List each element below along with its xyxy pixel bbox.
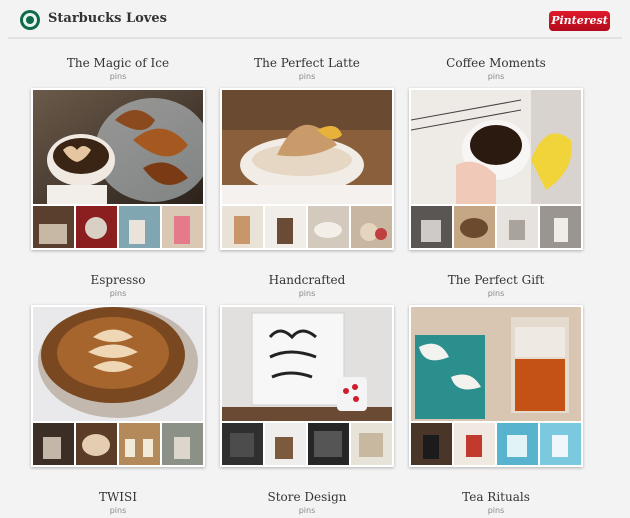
thumbnail-image[interactable] xyxy=(265,206,306,248)
thumbnail-image[interactable] xyxy=(162,423,203,465)
thumbnail-image[interactable] xyxy=(497,206,538,248)
board-title[interactable]: Store Design xyxy=(220,490,394,504)
thumbnail-image[interactable] xyxy=(540,206,581,248)
board-card[interactable] xyxy=(220,88,394,250)
thumbnail-image[interactable] xyxy=(411,423,452,465)
board-thumbnails xyxy=(33,423,203,465)
header-divider xyxy=(8,37,622,39)
board-cover-image[interactable] xyxy=(33,307,203,421)
board-pins-label: pins xyxy=(109,289,127,298)
board-thumbnails xyxy=(222,423,392,465)
board-cover-image[interactable] xyxy=(222,307,392,421)
thumbnail-image[interactable] xyxy=(497,423,538,465)
board-thumbnails xyxy=(222,206,392,248)
board-card[interactable] xyxy=(409,305,583,467)
board-title[interactable]: The Magic of Ice xyxy=(31,56,205,70)
board-pins-label: pins xyxy=(298,289,316,298)
board-thumbnails xyxy=(33,206,203,248)
thumbnail-image[interactable] xyxy=(351,423,392,465)
board-pins-label: pins xyxy=(298,506,316,515)
thumbnail-image[interactable] xyxy=(308,206,349,248)
board-pins-label: pins xyxy=(109,72,127,81)
thumbnail-image[interactable] xyxy=(222,206,263,248)
starbucks-logo-icon[interactable] xyxy=(20,10,40,30)
brand-title[interactable]: Starbucks Loves xyxy=(48,11,167,26)
thumbnail-image[interactable] xyxy=(76,423,117,465)
thumbnail-image[interactable] xyxy=(308,423,349,465)
board-card[interactable] xyxy=(31,305,205,467)
thumbnail-image[interactable] xyxy=(411,206,452,248)
board-thumbnails xyxy=(411,423,581,465)
thumbnail-image[interactable] xyxy=(76,206,117,248)
thumbnail-image[interactable] xyxy=(222,423,263,465)
thumbnail-image[interactable] xyxy=(119,206,160,248)
thumbnail-image[interactable] xyxy=(540,423,581,465)
thumbnail-image[interactable] xyxy=(119,423,160,465)
board-cover-image[interactable] xyxy=(411,90,581,204)
board-pins-label: pins xyxy=(487,72,505,81)
board-title[interactable]: The Perfect Latte xyxy=(220,56,394,70)
board-title[interactable]: The Perfect Gift xyxy=(409,273,583,287)
thumbnail-image[interactable] xyxy=(454,206,495,248)
board-title[interactable]: Handcrafted xyxy=(220,273,394,287)
thumbnail-image[interactable] xyxy=(265,423,306,465)
thumbnail-image[interactable] xyxy=(162,206,203,248)
thumbnail-image[interactable] xyxy=(454,423,495,465)
board-title[interactable]: TWISI xyxy=(31,490,205,504)
board-title[interactable]: Espresso xyxy=(31,273,205,287)
board-card[interactable] xyxy=(31,88,205,250)
board-thumbnails xyxy=(411,206,581,248)
board-card[interactable] xyxy=(409,88,583,250)
thumbnail-image[interactable] xyxy=(351,206,392,248)
board-pins-label: pins xyxy=(109,506,127,515)
thumbnail-image[interactable] xyxy=(33,423,74,465)
board-card[interactable] xyxy=(220,305,394,467)
board-title[interactable]: Coffee Moments xyxy=(409,56,583,70)
pinterest-button[interactable]: Pinterest xyxy=(549,11,610,31)
board-pins-label: pins xyxy=(487,289,505,298)
board-title[interactable]: Tea Rituals xyxy=(409,490,583,504)
thumbnail-image[interactable] xyxy=(33,206,74,248)
board-cover-image[interactable] xyxy=(33,90,203,204)
board-pins-label: pins xyxy=(487,506,505,515)
header-bar: Starbucks Loves Pinterest xyxy=(0,0,630,38)
board-cover-image[interactable] xyxy=(411,307,581,421)
board-cover-image[interactable] xyxy=(222,90,392,204)
board-pins-label: pins xyxy=(298,72,316,81)
